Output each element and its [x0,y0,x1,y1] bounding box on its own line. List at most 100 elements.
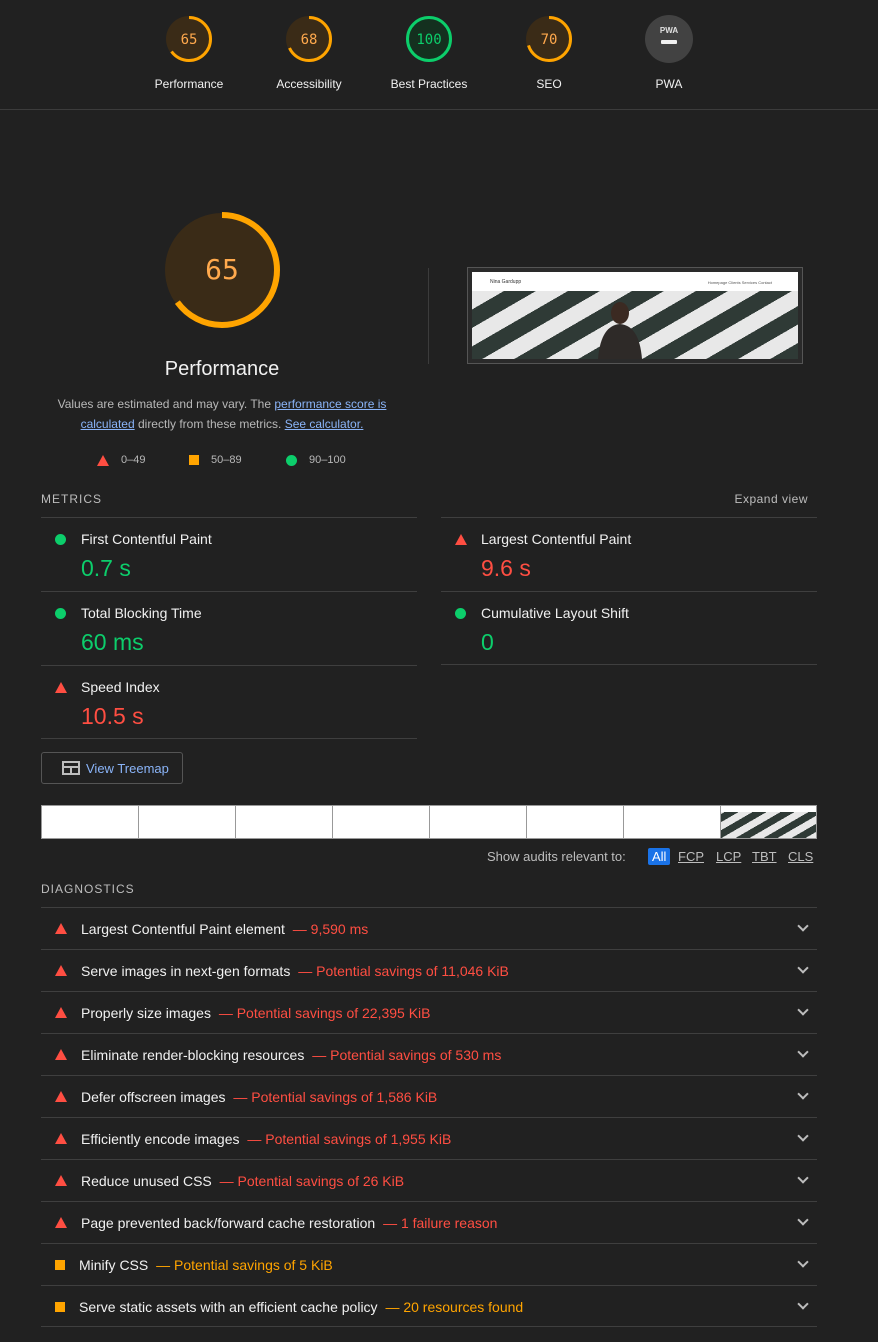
pass-circle-icon [286,454,297,466]
legend-average: 50–89 [189,454,242,466]
pwa-badge-icon: PWA [645,15,693,63]
divider [41,738,417,739]
diagnostic-row[interactable]: Reduce unused CSS — Potential savings of… [41,1159,817,1201]
gauge-label: Best Practices [390,77,468,91]
filmstrip-frame [526,805,623,839]
diagnostic-row[interactable]: Serve static assets with an efficient ca… [41,1285,817,1327]
audit-detail: — 9,590 ms [292,921,369,937]
diagnostic-row[interactable]: Page prevented back/forward cache restor… [41,1201,817,1243]
gauge-label: SEO [536,77,562,91]
audit-detail: — 20 resources found [385,1299,524,1315]
filmstrip-frame [138,805,235,839]
chevron-down-icon [797,1172,809,1184]
filmstrip-frame [720,805,817,839]
gauge-ring-icon: 100 [406,16,452,62]
fail-triangle-icon [55,1049,67,1060]
metric-value: 60 ms [81,629,144,655]
audit-title: Defer offscreen images [81,1089,226,1105]
pass-circle-icon [55,608,66,619]
fail-triangle-icon [55,965,67,976]
metric-name: Total Blocking Time [81,605,202,621]
audit-detail: — Potential savings of 530 ms [312,1047,502,1063]
diagnostic-row[interactable]: Eliminate render-blocking resources — Po… [41,1033,817,1075]
gauge-score: 68 [301,32,318,48]
fail-triangle-icon [455,534,467,545]
diagnostic-row[interactable]: Serve images in next-gen formats — Poten… [41,949,817,991]
screenshot-hero-image [472,291,798,359]
chevron-down-icon [797,1256,809,1268]
audit-detail: — Potential savings of 1,955 KiB [247,1131,452,1147]
expand-view-toggle[interactable]: Expand view [700,492,808,506]
audit-detail: — Potential savings of 11,046 KiB [298,963,509,979]
audit-title: Minify CSS [79,1257,149,1273]
fail-triangle-icon [55,1007,67,1018]
filter-tbt[interactable]: TBT [752,849,777,864]
metric-value: 9.6 s [481,555,531,581]
fail-triangle-icon [55,1175,67,1186]
average-square-icon [55,1302,65,1312]
view-treemap-button[interactable]: View Treemap [41,752,183,784]
average-square-icon [189,455,199,466]
diagnostic-row[interactable]: Largest Contentful Paint element — 9,590… [41,907,817,949]
legend-fail: 0–49 [97,454,145,466]
gauge-ring-icon: 68 [286,16,332,62]
performance-title: Performance [164,358,280,380]
gauge-ring-icon: 70 [526,16,572,62]
gauge-best-practices[interactable]: 100 Best Practices [379,14,479,91]
filmstrip-frame [41,805,138,839]
metric-value: 0 [481,629,494,655]
metric-value: 10.5 s [81,703,144,729]
filmstrip [41,805,817,839]
filmstrip-frame [235,805,332,839]
metric-speed-index: Speed Index 10.5 s [41,665,417,739]
gauge-label: PWA [655,77,683,91]
metric-lcp: Largest Contentful Paint 9.6 s [441,517,817,591]
filter-lcp[interactable]: LCP [716,849,741,864]
category-scores-bar: 65 Performance 68 Accessibility 100 Best… [0,0,878,110]
treemap-icon [62,761,80,775]
chevron-down-icon [797,962,809,974]
gauge-label: Accessibility [276,77,342,91]
gauge-performance[interactable]: 65 Performance [139,14,239,91]
filter-all[interactable]: All [648,848,671,865]
fail-triangle-icon [97,454,109,466]
diagnostic-row[interactable]: Minify CSS — Potential savings of 5 KiB [41,1243,817,1285]
filmstrip-frame [623,805,720,839]
pass-circle-icon [55,534,66,545]
chevron-down-icon [797,920,809,932]
audit-filter-label: Show audits relevant to: [487,849,626,864]
final-screenshot[interactable]: Nina Gardupp Homepage Clients Services C… [467,267,803,364]
audit-title: Page prevented back/forward cache restor… [81,1215,376,1231]
see-calculator-link[interactable]: See calculator. [285,417,364,431]
audit-detail: — Potential savings of 1,586 KiB [233,1089,438,1105]
divider [441,664,817,665]
fail-triangle-icon [55,1133,67,1144]
fail-triangle-icon [55,923,67,934]
chevron-down-icon [797,1298,809,1310]
legend-pass: 90–100 [286,454,346,466]
gauge-score: 65 [181,32,198,48]
diagnostic-row[interactable]: Defer offscreen images — Potential savin… [41,1075,817,1117]
filter-cls[interactable]: CLS [788,849,813,864]
audit-title: Eliminate render-blocking resources [81,1047,305,1063]
diagnostic-row[interactable]: Properly size images — Potential savings… [41,991,817,1033]
metric-name: Cumulative Layout Shift [481,605,629,621]
gauge-score: 70 [541,32,558,48]
metric-value: 0.7 s [81,555,131,581]
filter-fcp[interactable]: FCP [678,849,704,864]
gauge-seo[interactable]: 70 SEO [499,14,599,91]
metric-cls: Cumulative Layout Shift 0 [441,591,817,665]
filmstrip-frame [332,805,429,839]
divider [428,268,429,364]
chevron-down-icon [797,1046,809,1058]
diagnostic-row[interactable]: Efficiently encode images — Potential sa… [41,1117,817,1159]
gauge-accessibility[interactable]: 68 Accessibility [259,14,359,91]
pass-circle-icon [455,608,466,619]
audit-detail: — Potential savings of 26 KiB [219,1173,405,1189]
gauge-pwa[interactable]: PWA PWA [619,14,719,91]
audit-title: Largest Contentful Paint element [81,921,285,937]
chevron-down-icon [797,1130,809,1142]
chevron-down-icon [797,1088,809,1100]
metric-name: Largest Contentful Paint [481,531,632,547]
diagnostics-heading: DIAGNOSTICS [41,882,135,896]
